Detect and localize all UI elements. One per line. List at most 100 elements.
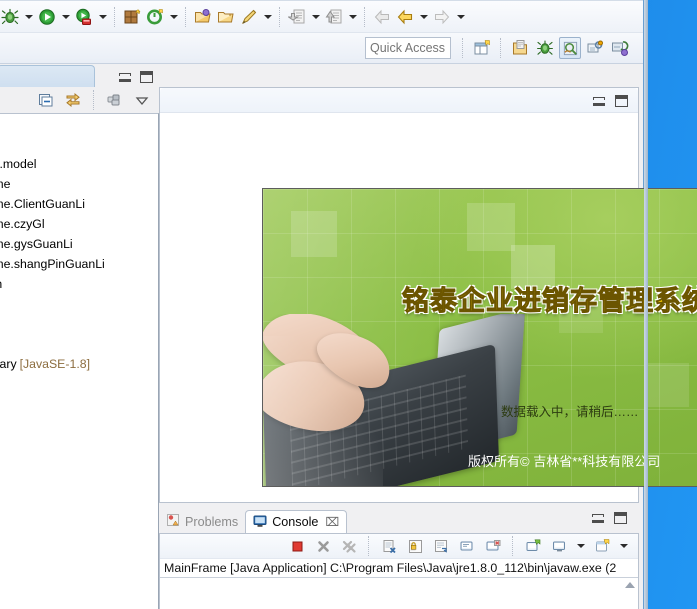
new-java-package-icon[interactable] <box>121 6 143 28</box>
resource-perspective-icon[interactable] <box>509 37 531 59</box>
new-annotation-icon[interactable] <box>144 6 166 28</box>
tree-item-library[interactable]: Library [JavaSE-1.8] <box>0 354 158 374</box>
perspective-toolbar <box>0 33 643 64</box>
remove-all-terminated-icon[interactable] <box>338 535 360 557</box>
tree-item-package[interactable]: ogin <box>0 274 158 294</box>
scroll-up-arrow[interactable] <box>625 582 635 588</box>
forward-dropdown-arrow[interactable] <box>454 6 467 28</box>
package-explorer-tab-buttons <box>119 71 153 83</box>
minimize-button[interactable] <box>592 513 604 523</box>
window-right-edge <box>644 0 648 609</box>
tab-problems-label: Problems <box>185 514 239 529</box>
next-annotation-icon[interactable] <box>286 6 308 28</box>
open-console-icon[interactable] <box>548 535 570 557</box>
open-type-icon[interactable] <box>192 6 214 28</box>
display-selected-console-icon[interactable] <box>482 535 504 557</box>
console-toolbar <box>160 534 638 559</box>
new-console-view-icon[interactable] <box>522 535 544 557</box>
tree-item-package[interactable]: dao.model <box>0 154 158 174</box>
console-panel-buttons <box>592 512 627 524</box>
run-icon[interactable] <box>36 6 58 28</box>
forward-icon <box>431 6 453 28</box>
java-ee-perspective-icon[interactable] <box>584 37 606 59</box>
package-explorer-tabbar <box>0 64 159 87</box>
tree-item-label: dao.model <box>0 157 37 171</box>
pin-console-icon[interactable] <box>456 535 478 557</box>
splash-window: 铭泰企业进销存管理系统 数据载入中，请稍后…… 版权所有© 吉林省**科技有限公… <box>262 188 697 487</box>
console-icon <box>253 514 267 531</box>
tree-item-package[interactable]: frame <box>0 174 158 194</box>
collapse-all-icon[interactable] <box>35 89 57 111</box>
package-explorer-tree[interactable]: dao dao.model frame frame.ClientGua <box>0 113 159 609</box>
back-dropdown-arrow[interactable] <box>417 6 430 28</box>
new-wizard-dropdown-arrow[interactable] <box>167 6 180 28</box>
tab-problems[interactable]: Problems <box>159 510 245 533</box>
next-annotation-arrow[interactable] <box>309 6 322 28</box>
tree-item-package[interactable]: dao <box>0 134 158 154</box>
clear-console-icon[interactable] <box>378 535 400 557</box>
maximize-button[interactable] <box>615 95 628 107</box>
maximize-button[interactable] <box>614 512 627 524</box>
java-perspective-icon[interactable] <box>559 37 581 59</box>
toolbar-separator <box>185 6 187 27</box>
editor-tabbar <box>160 88 638 113</box>
console-tabrow: Problems Console ⌧ <box>159 509 639 533</box>
console-launch-line: MainFrame [Java Application] C:\Program … <box>160 559 638 578</box>
previous-annotation-arrow[interactable] <box>346 6 359 28</box>
view-menu-icon[interactable] <box>104 89 126 111</box>
coverage-dropdown-arrow[interactable] <box>96 6 109 28</box>
tree-item-version: [JavaSE-1.8] <box>19 357 90 371</box>
remove-launch-icon[interactable] <box>312 535 334 557</box>
back-arrow-icon[interactable] <box>394 6 416 28</box>
run-dropdown-arrow[interactable] <box>59 6 72 28</box>
tree-item-file[interactable]: MF <box>0 414 158 434</box>
maximize-button[interactable] <box>140 71 153 83</box>
previous-annotation-icon[interactable] <box>323 6 345 28</box>
console-output[interactable] <box>160 578 638 609</box>
scroll-lock-icon[interactable] <box>404 535 426 557</box>
search-dropdown-arrow[interactable] <box>261 6 274 28</box>
tree-item-package[interactable]: er <box>0 294 158 314</box>
debug-icon[interactable] <box>0 6 21 28</box>
minimize-button[interactable] <box>119 72 131 82</box>
splash-loading-text: 数据载入中，请稍后…… <box>501 405 639 419</box>
view-chevron-icon[interactable] <box>131 89 153 111</box>
toolbar-separator <box>500 38 502 58</box>
console-toolbar-separator <box>368 536 370 556</box>
quick-access-input[interactable] <box>365 37 451 59</box>
tree-item-label: frame.czyGl <box>0 217 45 231</box>
open-perspective-icon[interactable] <box>471 37 493 59</box>
debug-dropdown-arrow[interactable] <box>22 6 35 28</box>
tab-package-explorer[interactable] <box>0 65 95 87</box>
tree-item-package[interactable]: frame.czyGl <box>0 214 158 234</box>
decorative-square <box>645 363 689 407</box>
console-options-dropdown-arrow[interactable] <box>617 535 630 557</box>
link-with-editor-icon[interactable] <box>62 89 84 111</box>
run-coverage-icon[interactable] <box>73 6 95 28</box>
close-icon[interactable]: ⌧ <box>325 515 339 529</box>
splash-copyright: 版权所有© 吉林省**科技有限公司 <box>468 454 661 469</box>
tree-item-label: Library <box>0 357 17 371</box>
tree-item-label: frame.gysGuanLi <box>0 237 73 251</box>
tree-item-label: frame.shangPinGuanLi <box>0 257 105 271</box>
open-console-dropdown-arrow[interactable] <box>574 535 587 557</box>
minimize-button[interactable] <box>593 96 605 106</box>
team-sync-perspective-icon[interactable] <box>609 37 631 59</box>
tree-item-package[interactable]: frame.shangPinGuanLi <box>0 254 158 274</box>
word-wrap-icon[interactable] <box>430 535 452 557</box>
tree-item-label: frame.ClientGuanLi <box>0 197 85 211</box>
tree-item-package[interactable]: frame.gysGuanLi <box>0 234 158 254</box>
tab-console[interactable]: Console ⌧ <box>245 510 348 533</box>
main-toolbar <box>0 1 643 33</box>
tree-item-package[interactable]: frame.ClientGuanLi <box>0 194 158 214</box>
open-task-icon[interactable] <box>215 6 237 28</box>
search-pencil-icon[interactable] <box>238 6 260 28</box>
debug-perspective-icon[interactable] <box>534 37 556 59</box>
terminate-icon[interactable] <box>286 535 308 557</box>
toolbar-separator <box>462 38 464 58</box>
console-options-icon[interactable] <box>591 535 613 557</box>
console-body: MainFrame [Java Application] C:\Program … <box>159 533 639 609</box>
